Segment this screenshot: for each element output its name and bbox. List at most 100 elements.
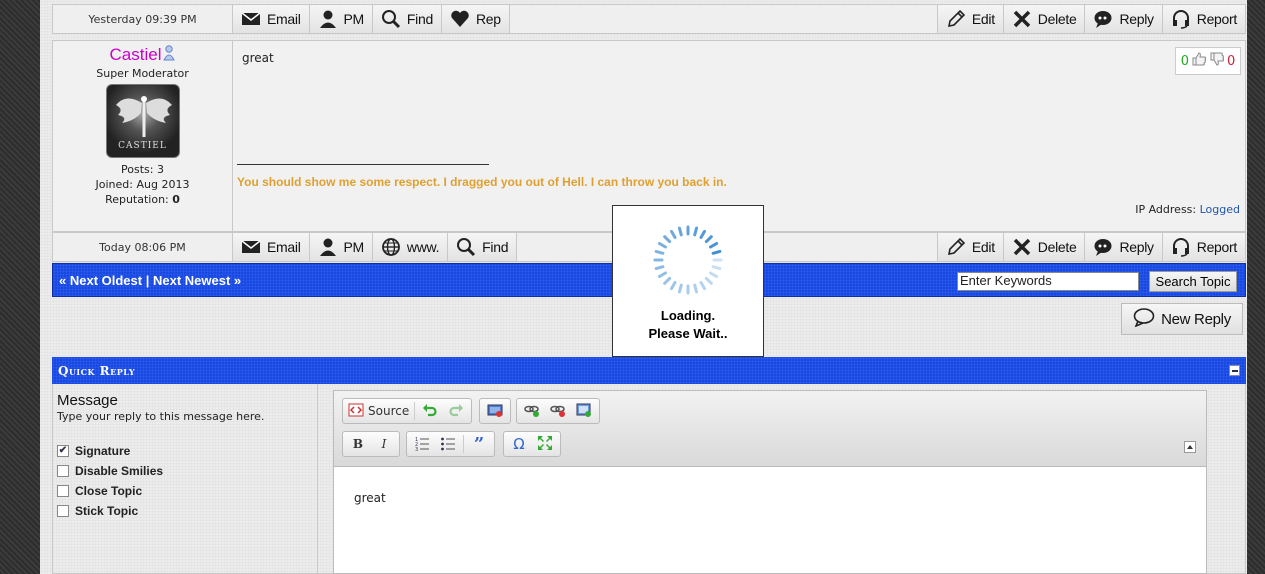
- loading-text-line2: Please Wait..: [648, 326, 728, 341]
- vote-down-count: 0: [1227, 53, 1236, 69]
- bold-button[interactable]: B: [345, 433, 371, 455]
- editor-text-area[interactable]: great: [334, 467, 1206, 529]
- post1-delete-button[interactable]: Delete: [1002, 5, 1085, 33]
- image-icon: [576, 402, 592, 421]
- numbered-list-button[interactable]: 123: [409, 433, 435, 455]
- search-keywords-input[interactable]: Enter Keywords: [957, 272, 1139, 291]
- flash-button[interactable]: [482, 400, 508, 422]
- magnifier-icon: [381, 9, 401, 29]
- bulleted-list-icon: [440, 435, 456, 454]
- username-link[interactable]: Castiel: [110, 45, 162, 64]
- user-icon: [318, 9, 338, 29]
- search-topic-button[interactable]: Search Topic: [1149, 271, 1237, 292]
- post2-www-button[interactable]: www.: [372, 233, 449, 261]
- undo-button[interactable]: [417, 400, 443, 422]
- reputation-value[interactable]: 0: [172, 193, 180, 206]
- disable-smilies-checkbox[interactable]: [57, 465, 69, 477]
- headset-icon: [1171, 237, 1191, 257]
- post1-pm-button[interactable]: PM: [309, 5, 373, 33]
- special-char-button[interactable]: Ω: [506, 433, 532, 455]
- pencil-icon: [946, 9, 966, 29]
- link-button[interactable]: [519, 400, 545, 422]
- redo-button[interactable]: [443, 400, 469, 422]
- maximize-button[interactable]: [532, 433, 558, 455]
- thumbs-up-icon[interactable]: [1191, 51, 1207, 71]
- post1-find-button[interactable]: Find: [372, 5, 442, 33]
- post1-find-label: Find: [406, 11, 433, 27]
- spinner-spoke: [663, 235, 672, 244]
- option-close-topic[interactable]: Close Topic: [57, 481, 313, 501]
- close-topic-checkbox[interactable]: [57, 485, 69, 497]
- post1-email-button[interactable]: Email: [233, 5, 310, 33]
- spinner-spoke: [654, 249, 665, 255]
- link-icon: [524, 402, 540, 421]
- source-button[interactable]: Source: [345, 400, 412, 422]
- post1-report-button[interactable]: Report: [1161, 5, 1245, 33]
- spinner-spoke: [699, 229, 706, 239]
- next-oldest-link[interactable]: « Next Oldest: [59, 273, 142, 288]
- forum-page: Yesterday 09:39 PM Email PM Find Rep Edi…: [40, 0, 1247, 574]
- signature-checkbox[interactable]: ✔: [57, 445, 69, 457]
- post2-edit-button[interactable]: Edit: [936, 233, 1003, 261]
- spinner-spoke: [711, 265, 722, 271]
- next-newest-link[interactable]: Next Newest »: [153, 273, 241, 288]
- post2-find-label: Find: [482, 239, 509, 255]
- toolbar-group-special: Ω: [503, 431, 561, 457]
- toolbar-group-links: [516, 398, 600, 424]
- post2-pm-label: PM: [343, 239, 365, 255]
- post1-delete-label: Delete: [1037, 11, 1077, 27]
- pencil-icon: [946, 237, 966, 257]
- undo-icon: [422, 402, 438, 421]
- bulleted-list-button[interactable]: [435, 433, 461, 455]
- quick-reply-options-panel: Message Type your reply to this message …: [53, 384, 318, 573]
- stick-topic-checkbox[interactable]: [57, 505, 69, 517]
- avatar[interactable]: CASTIEL: [105, 84, 180, 158]
- post2-report-button[interactable]: Report: [1161, 233, 1245, 261]
- post2-pm-button[interactable]: PM: [309, 233, 373, 261]
- new-reply-label: New Reply: [1161, 310, 1231, 328]
- spinner-spoke: [704, 235, 713, 244]
- italic-button[interactable]: I: [371, 433, 397, 455]
- post2-reply-button[interactable]: Reply: [1084, 233, 1162, 261]
- post1-rep-button[interactable]: Rep: [441, 5, 510, 33]
- loading-spinner-icon: [653, 225, 723, 295]
- redo-icon: [448, 402, 464, 421]
- message-description: Type your reply to this message here.: [57, 410, 265, 423]
- thumbs-down-icon[interactable]: [1209, 51, 1225, 71]
- magnifier-icon: [456, 237, 476, 257]
- message-label: Message: [57, 392, 118, 409]
- toolbar-collapse-button[interactable]: [1184, 441, 1196, 453]
- post1-reply-button[interactable]: Reply: [1084, 5, 1162, 33]
- left-background: [0, 0, 40, 574]
- ip-logged-link[interactable]: Logged: [1200, 203, 1240, 216]
- post2-email-label: Email: [267, 239, 301, 255]
- post2-delete-button[interactable]: Delete: [1002, 233, 1085, 261]
- post1-action-bar: Yesterday 09:39 PM Email PM Find Rep Edi…: [52, 4, 1246, 34]
- svg-text:3: 3: [415, 447, 418, 451]
- quick-reply-collapse-button[interactable]: [1229, 365, 1240, 376]
- signature-label: Signature: [75, 444, 131, 458]
- image-button[interactable]: [571, 400, 597, 422]
- option-signature[interactable]: ✔ Signature: [57, 441, 313, 461]
- stick-topic-label: Stick Topic: [75, 504, 139, 518]
- option-stick-topic[interactable]: Stick Topic: [57, 501, 313, 521]
- post1-edit-button[interactable]: Edit: [936, 5, 1003, 33]
- globe-icon: [381, 237, 401, 257]
- ip-label: IP Address:: [1135, 203, 1197, 216]
- toolbar-group-format: B I: [342, 431, 400, 457]
- close-topic-label: Close Topic: [75, 484, 143, 498]
- unlink-button[interactable]: [545, 400, 571, 422]
- blockquote-button[interactable]: ”: [466, 433, 492, 455]
- post2-www-label: www.: [406, 239, 440, 255]
- post2: Castiel Super Moderator CASTIEL Posts: 3…: [52, 40, 1246, 232]
- post2-email-button[interactable]: Email: [233, 233, 310, 261]
- new-reply-button[interactable]: New Reply: [1121, 303, 1243, 335]
- thread-nav-links: « Next Oldest | Next Newest »: [59, 273, 241, 288]
- source-label: Source: [368, 404, 410, 418]
- post2-report-label: Report: [1196, 239, 1238, 255]
- quick-reply-title: Quick Reply: [58, 363, 136, 378]
- option-disable-smilies[interactable]: Disable Smilies: [57, 461, 313, 481]
- loading-dialog: Loading. Please Wait..: [612, 205, 764, 357]
- toolbar-group-lists: 123 ”: [406, 431, 495, 457]
- post2-find-button[interactable]: Find: [448, 233, 518, 261]
